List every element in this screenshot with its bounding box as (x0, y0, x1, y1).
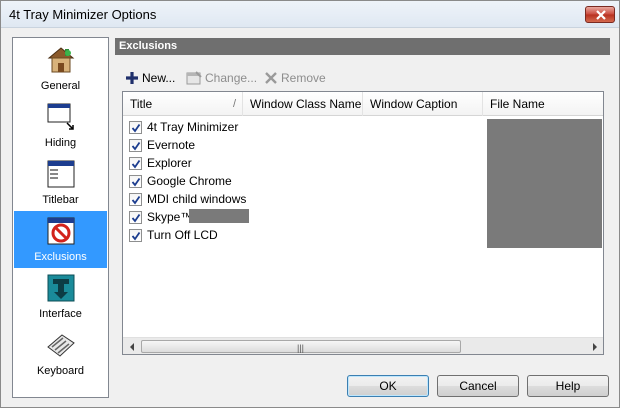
checkmark-icon (131, 123, 141, 133)
redacted-text (189, 209, 249, 223)
row-checkbox[interactable] (129, 175, 142, 188)
sort-indicator: / (232, 98, 236, 110)
cancel-button[interactable]: Cancel (437, 375, 519, 397)
sidebar-item-interface[interactable]: Interface (14, 268, 107, 325)
table-row[interactable]: 4t Tray Minimizer (127, 118, 487, 136)
checkmark-icon (131, 159, 141, 169)
category-sidebar: General Hiding Titlebar Exclusions Inter… (12, 37, 109, 398)
remove-label: Remove (281, 71, 326, 85)
row-title: Google Chrome (147, 174, 232, 188)
window-title: 4t Tray Minimizer Options (9, 7, 157, 22)
redacted-file-names (487, 119, 602, 248)
plus-icon (126, 72, 138, 84)
options-dialog: 4t Tray Minimizer Options General Hiding… (0, 0, 620, 408)
table-row[interactable]: MDI child windows (127, 190, 487, 208)
exclusions-list[interactable]: Title / Window Class Name Window Caption… (122, 91, 604, 355)
row-title: Skype™ (147, 210, 193, 224)
close-button[interactable] (585, 6, 615, 23)
remove-button[interactable]: Remove (264, 67, 326, 89)
column-header-window-caption[interactable]: Window Caption (363, 92, 483, 116)
sidebar-item-label: Exclusions (34, 251, 87, 263)
scroll-grip: ||| (297, 343, 305, 353)
row-title: Evernote (147, 138, 196, 152)
horizontal-scrollbar[interactable]: ||| (123, 337, 603, 354)
sidebar-item-titlebar[interactable]: Titlebar (14, 154, 107, 211)
change-button[interactable]: Change... (186, 67, 257, 89)
sidebar-item-label: Interface (39, 308, 82, 320)
sidebar-item-general[interactable]: General (14, 40, 107, 97)
scrollbar-thumb[interactable]: ||| (141, 340, 461, 353)
sidebar-item-label: Hiding (44, 137, 77, 149)
table-row[interactable]: Skype™ (127, 208, 487, 226)
chevron-left-icon (129, 342, 134, 351)
title-bar[interactable]: 4t Tray Minimizer Options (1, 1, 619, 28)
column-header-title[interactable]: Title / (123, 92, 243, 116)
section-header: Exclusions (115, 38, 610, 55)
row-checkbox[interactable] (129, 193, 142, 206)
checkmark-icon (131, 231, 141, 241)
house-icon (47, 47, 75, 73)
row-checkbox[interactable] (129, 139, 142, 152)
row-checkbox[interactable] (129, 157, 142, 170)
exclusion-icon (47, 217, 75, 245)
row-title: Explorer (147, 156, 192, 170)
edit-window-icon (186, 71, 202, 85)
sidebar-item-label: Titlebar (42, 194, 79, 206)
chevron-right-icon (592, 342, 597, 351)
column-header-row: Title / Window Class Name Window Caption… (123, 92, 603, 116)
ok-button[interactable]: OK (347, 375, 429, 397)
sidebar-item-keyboard[interactable]: Keyboard (14, 325, 107, 382)
close-icon (596, 10, 606, 20)
change-label: Change... (205, 71, 258, 85)
window-hide-icon (47, 103, 74, 130)
sidebar-item-exclusions[interactable]: Exclusions (14, 211, 107, 268)
scroll-right-button[interactable] (586, 338, 603, 355)
column-header-file-name[interactable]: File Name (483, 92, 603, 116)
table-row[interactable]: Explorer (127, 154, 487, 172)
scroll-left-button[interactable] (123, 338, 140, 355)
section-title: Exclusions (119, 40, 178, 52)
row-title: MDI child windows (147, 192, 247, 206)
row-checkbox[interactable] (129, 211, 142, 224)
titlebar-icon (47, 160, 75, 188)
sidebar-item-label: Keyboard (36, 365, 85, 377)
sidebar-item-hiding[interactable]: Hiding (14, 97, 107, 154)
interface-icon (47, 274, 75, 302)
column-header-window-class[interactable]: Window Class Name (243, 92, 363, 116)
row-checkbox[interactable] (129, 229, 142, 242)
keyboard-icon (47, 334, 75, 357)
checkmark-icon (131, 141, 141, 151)
remove-icon (265, 72, 277, 84)
row-checkbox[interactable] (129, 121, 142, 134)
checkmark-icon (131, 177, 141, 187)
checkmark-icon (131, 213, 141, 223)
row-title: 4t Tray Minimizer (147, 120, 239, 134)
help-button[interactable]: Help (527, 375, 609, 397)
new-label: New... (142, 71, 176, 85)
table-row[interactable]: Evernote (127, 136, 487, 154)
row-title: Turn Off LCD (147, 228, 218, 242)
table-row[interactable]: Turn Off LCD (127, 226, 487, 244)
checkmark-icon (131, 195, 141, 205)
table-row[interactable]: Google Chrome (127, 172, 487, 190)
new-button[interactable]: New... (125, 67, 175, 89)
sidebar-item-label: General (40, 80, 81, 92)
